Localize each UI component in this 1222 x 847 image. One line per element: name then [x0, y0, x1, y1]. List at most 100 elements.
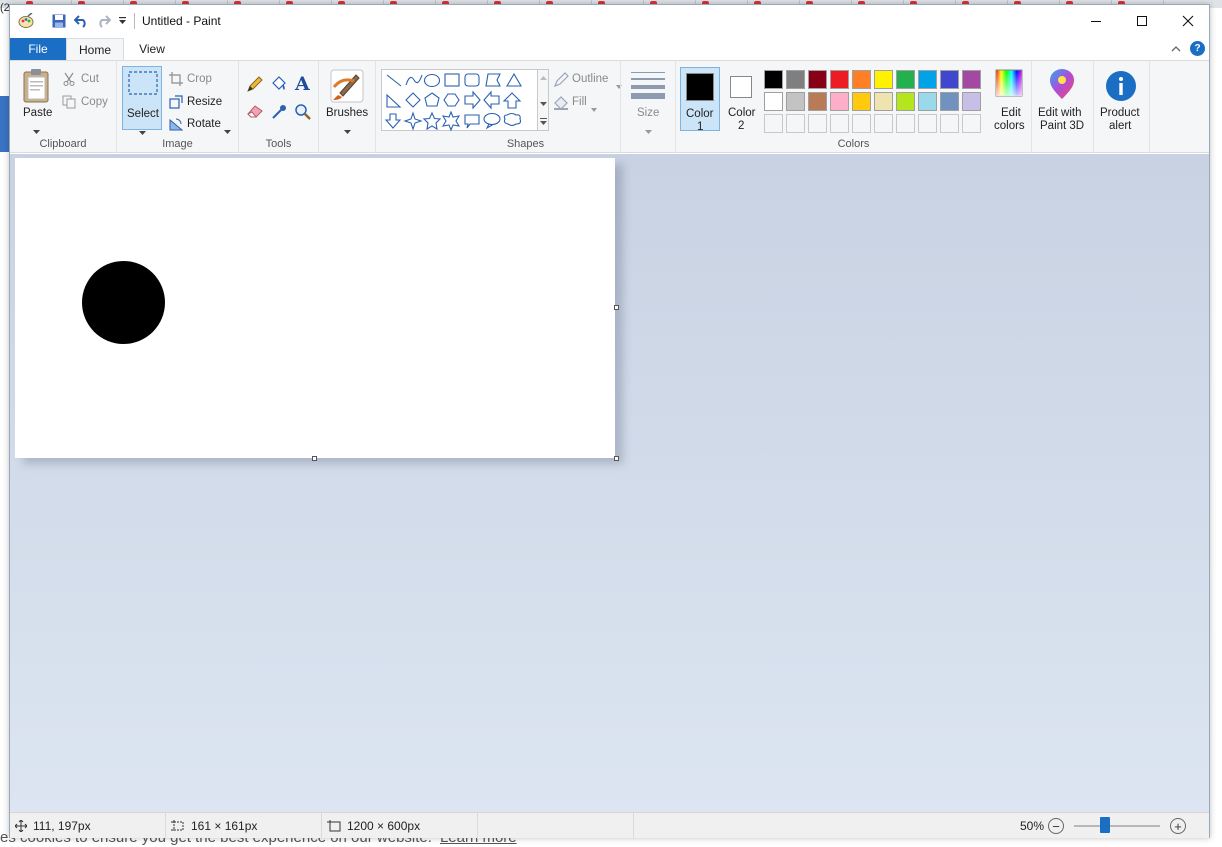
maximize-button[interactable] [1119, 5, 1165, 37]
edit-colors-icon [995, 69, 1023, 100]
redo-icon[interactable] [94, 12, 112, 30]
palette-color-swatch[interactable] [830, 70, 849, 89]
crop-label[interactable]: Crop [187, 73, 212, 85]
select-button[interactable]: Select [122, 66, 162, 135]
palette-custom-slot[interactable] [896, 114, 915, 133]
shapes-scrollbar[interactable] [538, 69, 549, 131]
palette-color-swatch[interactable] [808, 70, 827, 89]
help-icon[interactable]: ? [1190, 41, 1205, 56]
magnifier-icon[interactable] [294, 103, 312, 124]
palette-color-swatch[interactable] [852, 70, 871, 89]
shapes-gallery [381, 69, 539, 132]
close-button[interactable] [1165, 5, 1211, 37]
palette-color-swatch[interactable] [962, 92, 981, 111]
paste-dropdown-icon[interactable] [33, 123, 40, 137]
palette-color-swatch[interactable] [764, 92, 783, 111]
fill-label[interactable]: Fill [572, 96, 587, 108]
colors-group: Color 1 Color 2 Edit colors Colors [676, 61, 1032, 153]
shapes-gallery-icons[interactable] [382, 70, 539, 132]
palette-color-swatch[interactable] [896, 70, 915, 89]
palette-custom-slot[interactable] [874, 114, 893, 133]
outline-icon[interactable] [553, 72, 569, 91]
resize-label[interactable]: Resize [187, 96, 222, 108]
collapse-ribbon-icon[interactable] [1169, 41, 1183, 55]
pencil-icon[interactable] [246, 75, 264, 96]
edit-colors-label-line2: colors [994, 120, 1025, 132]
color-picker-icon[interactable] [270, 103, 288, 124]
edit-colors-button[interactable]: Edit colors [988, 67, 1028, 133]
tab-file[interactable]: File [10, 38, 66, 60]
palette-color-swatch[interactable] [852, 92, 871, 111]
eraser-icon[interactable] [246, 103, 264, 122]
resize-handle-bottom[interactable] [312, 456, 317, 461]
color1-button[interactable]: Color 1 [680, 67, 720, 133]
crop-icon[interactable] [169, 72, 183, 89]
tab-home[interactable]: Home [66, 38, 124, 61]
paint-app-icon[interactable] [17, 12, 35, 30]
zoom-slider[interactable] [1074, 825, 1160, 827]
palette-custom-slot[interactable] [786, 114, 805, 133]
customize-toolbar-icon[interactable] [115, 12, 129, 30]
color-palette [764, 70, 984, 136]
palette-color-swatch[interactable] [896, 92, 915, 111]
paste-label[interactable]: Paste [23, 107, 52, 119]
palette-custom-slot[interactable] [808, 114, 827, 133]
product-alert-button[interactable]: Product alert [1094, 61, 1150, 153]
palette-custom-slot[interactable] [764, 114, 783, 133]
brushes-group[interactable]: Brushes [319, 61, 376, 153]
color1-label: Color [686, 108, 714, 120]
selection-size: 161 × 161px [166, 813, 322, 839]
palette-color-swatch[interactable] [808, 92, 827, 111]
image-group-label: Image [162, 138, 193, 150]
palette-custom-slot[interactable] [918, 114, 937, 133]
outline-label[interactable]: Outline [572, 73, 608, 85]
canvas-workspace[interactable] [10, 154, 1209, 812]
cut-label[interactable]: Cut [81, 73, 99, 85]
palette-color-swatch[interactable] [940, 70, 959, 89]
cursor-position-text: 111, 197px [33, 819, 91, 833]
zoom-slider-thumb[interactable] [1099, 817, 1110, 833]
drawn-circle[interactable] [82, 261, 165, 344]
palette-color-swatch[interactable] [830, 92, 849, 111]
undo-icon[interactable] [72, 12, 90, 30]
resize-icon[interactable] [169, 95, 183, 112]
palette-custom-slot[interactable] [940, 114, 959, 133]
rotate-label[interactable]: Rotate [187, 118, 221, 130]
palette-color-swatch[interactable] [940, 92, 959, 111]
palette-color-swatch[interactable] [874, 70, 893, 89]
palette-color-swatch[interactable] [786, 92, 805, 111]
palette-custom-slot[interactable] [852, 114, 871, 133]
fill-dropdown-icon[interactable] [591, 101, 597, 115]
ribbon: Paste Cut Copy Clipboard Select Crop Res… [10, 60, 1209, 153]
size-label: Size [637, 107, 660, 119]
zoom-out-button[interactable]: − [1048, 818, 1064, 834]
rotate-dropdown-icon[interactable] [224, 123, 231, 137]
palette-color-swatch[interactable] [962, 70, 981, 89]
resize-handle-right[interactable] [614, 305, 619, 310]
fill-icon[interactable] [553, 95, 569, 114]
rotate-icon[interactable] [169, 117, 184, 134]
palette-color-swatch[interactable] [918, 70, 937, 89]
edit-with-paint3d-button[interactable]: Edit with Paint 3D [1032, 61, 1094, 153]
cut-icon[interactable] [62, 72, 76, 89]
text-icon[interactable]: A [294, 73, 312, 96]
save-icon[interactable] [50, 12, 68, 30]
copy-icon[interactable] [62, 95, 77, 112]
resize-handle-corner[interactable] [614, 456, 619, 461]
palette-color-swatch[interactable] [764, 70, 783, 89]
copy-label[interactable]: Copy [81, 96, 108, 108]
palette-color-swatch[interactable] [874, 92, 893, 111]
palette-custom-slot[interactable] [830, 114, 849, 133]
minimize-button[interactable] [1073, 5, 1119, 37]
colors-group-label: Colors [837, 138, 870, 150]
fill-bucket-icon[interactable] [270, 75, 288, 96]
palette-color-swatch[interactable] [918, 92, 937, 111]
paste-icon[interactable] [22, 68, 52, 107]
palette-custom-slot[interactable] [962, 114, 981, 133]
tab-view[interactable]: View [128, 38, 176, 60]
color2-button[interactable]: Color 2 [724, 67, 760, 132]
zoom-in-button[interactable]: + [1170, 818, 1186, 834]
size-group[interactable]: Size [620, 61, 676, 153]
palette-color-swatch[interactable] [786, 70, 805, 89]
drawing-canvas[interactable] [15, 158, 615, 458]
